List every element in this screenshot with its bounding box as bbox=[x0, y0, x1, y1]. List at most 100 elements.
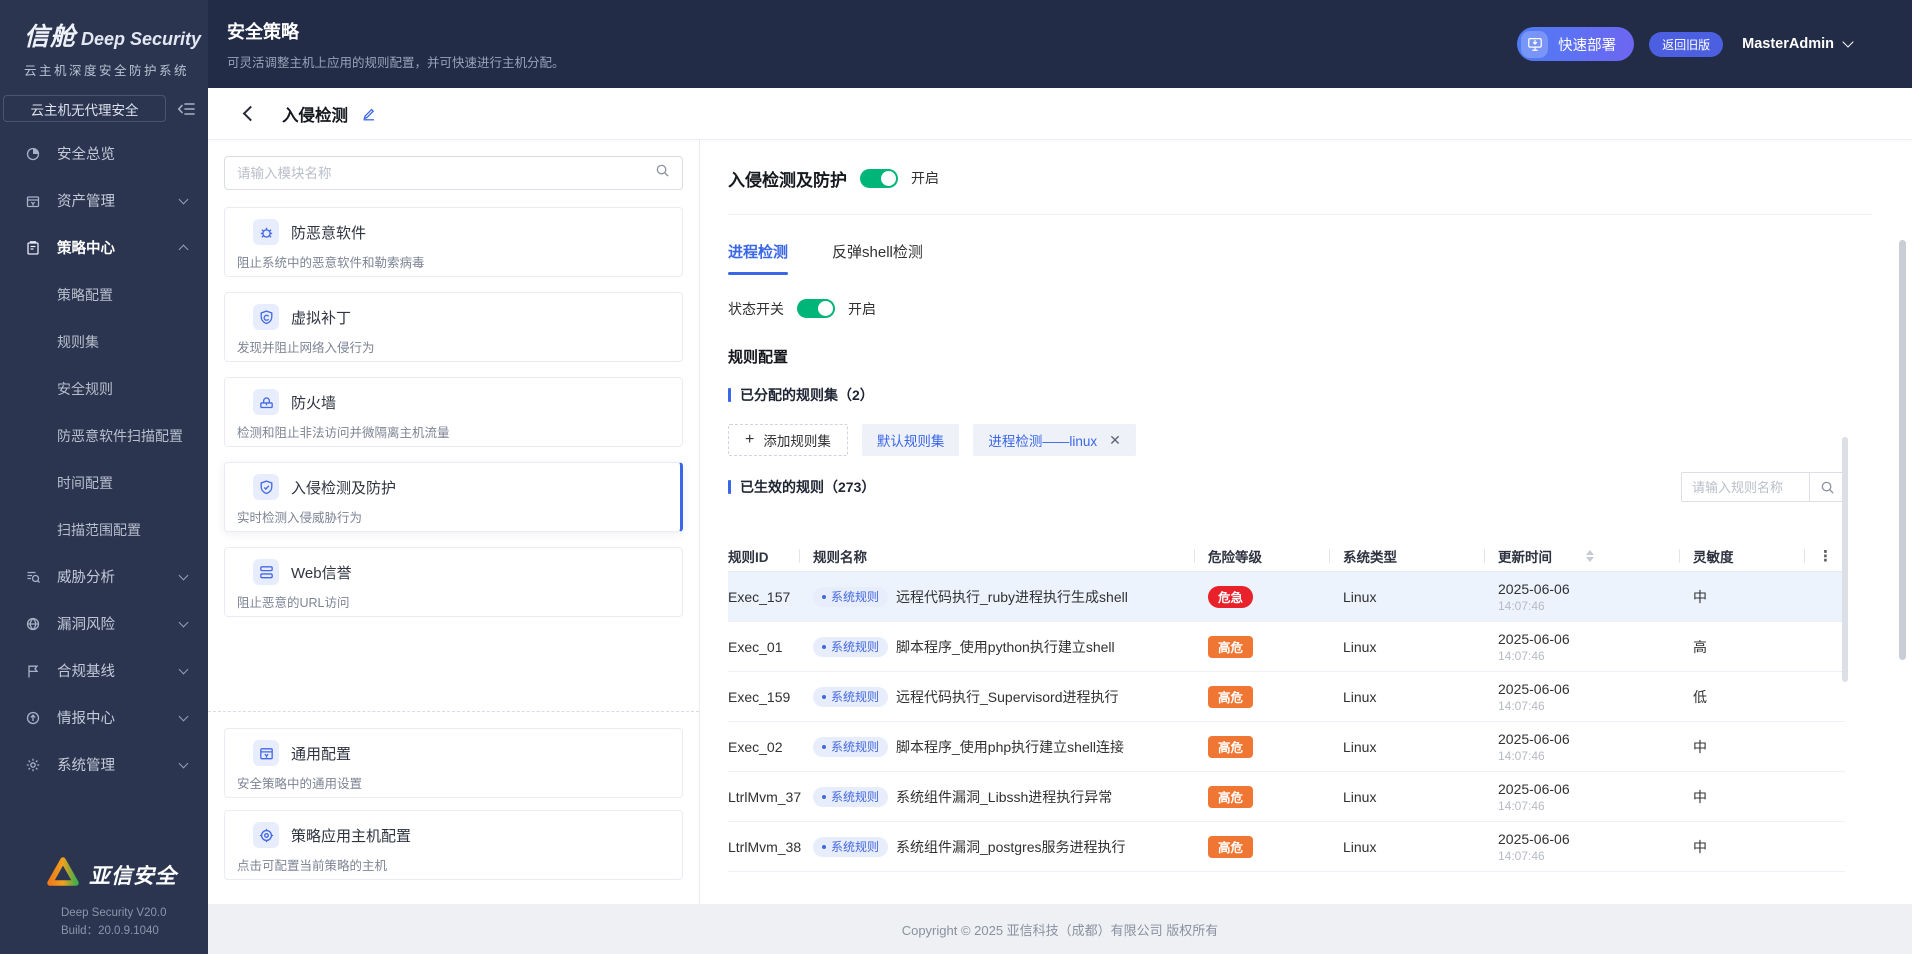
sidebar-item-assets[interactable]: 资产管理 bbox=[0, 177, 208, 224]
table-row[interactable]: LtrlMvm_38 系统规则 系统组件漏洞_postgres服务进程执行 高危… bbox=[728, 822, 1845, 872]
update-time: 14:07:46 bbox=[1498, 848, 1545, 863]
breadcrumb-title: 入侵检测 bbox=[282, 106, 348, 125]
add-ruleset-button[interactable]: + 添加规则集 bbox=[728, 424, 848, 456]
user-menu[interactable]: MasterAdmin bbox=[1742, 35, 1854, 52]
column-settings-kebab-icon[interactable]: ⋮ bbox=[1818, 548, 1833, 565]
update-date: 2025-06-06 bbox=[1498, 830, 1570, 847]
table-row[interactable]: Exec_02 系统规则 脚本程序_使用php执行建立shell连接 高危 Li… bbox=[728, 722, 1845, 772]
gear-icon bbox=[25, 757, 42, 773]
module-search-input[interactable] bbox=[237, 165, 655, 181]
deploy-monitor-icon bbox=[1521, 30, 1549, 58]
mode-selector[interactable]: 云主机无代理安全 bbox=[3, 95, 166, 122]
chevron-down-icon bbox=[178, 194, 189, 205]
module-card-policy-host-config[interactable]: 策略应用主机配置 点击可配置当前策略的主机 bbox=[224, 810, 683, 880]
sidebar-item-time-config[interactable]: 时间配置 bbox=[0, 459, 208, 506]
server-stack-icon bbox=[253, 559, 279, 585]
update-date: 2025-06-06 bbox=[1498, 680, 1570, 697]
target-icon bbox=[253, 822, 279, 848]
search-icon[interactable] bbox=[655, 163, 670, 183]
clipboard-icon bbox=[25, 240, 42, 256]
sidebar-item-overview[interactable]: 安全总览 bbox=[0, 130, 208, 177]
rule-type-dot bbox=[822, 644, 826, 649]
feature-toggle[interactable] bbox=[860, 168, 898, 188]
sidebar-item-label: 扫描范围配置 bbox=[57, 521, 141, 538]
page-scrollbar[interactable] bbox=[1899, 240, 1906, 660]
product-version: Deep Security V20.0 bbox=[61, 907, 167, 919]
brand-logo-en: Deep Security bbox=[81, 29, 202, 49]
edit-pencil-icon[interactable] bbox=[361, 106, 376, 121]
sidebar-item-threat-analysis[interactable]: 威胁分析 bbox=[0, 553, 208, 600]
table-row[interactable]: LtrlMvm_37 系统规则 系统组件漏洞_Libssh进程执行异常 高危 L… bbox=[728, 772, 1845, 822]
page-subtitle: 可灵活调整主机上应用的规则配置，并可快速进行主机分配。 bbox=[227, 55, 565, 70]
sidebar-item-policy-config[interactable]: 策略配置 bbox=[0, 271, 208, 318]
tab-process-detection[interactable]: 进程检测 bbox=[728, 241, 789, 275]
sidebar-item-label: 资产管理 bbox=[57, 194, 115, 210]
sort-icon[interactable] bbox=[1586, 549, 1594, 562]
module-card-firewall[interactable]: 防火墙 检测和阻止非法访问并微隔离主机流量 bbox=[224, 377, 683, 447]
chevron-down-icon bbox=[178, 711, 189, 722]
chevron-down-icon bbox=[178, 758, 189, 769]
sidebar-item-policy-center[interactable]: 策略中心 bbox=[0, 224, 208, 271]
breadcrumb-bar: 入侵检测 bbox=[208, 88, 1912, 140]
table-row[interactable]: Exec_157 系统规则 远程代码执行_ruby进程执行生成shell 危急 … bbox=[728, 572, 1845, 622]
ruleset-tag-default[interactable]: 默认规则集 bbox=[861, 424, 960, 456]
module-card-general-config[interactable]: 通用配置 安全策略中的通用设置 bbox=[224, 728, 683, 798]
sidebar-item-antimalware-scan-config[interactable]: 防恶意软件扫描配置 bbox=[0, 412, 208, 459]
rule-search-button[interactable] bbox=[1809, 472, 1845, 502]
sidebar-item-vulnerability-risk[interactable]: 漏洞风险 bbox=[0, 600, 208, 647]
module-desc: 阻止恶意的URL访问 bbox=[237, 596, 350, 610]
chevron-up-icon bbox=[178, 244, 189, 255]
username: MasterAdmin bbox=[1742, 36, 1834, 52]
col-update-time: 更新时间 bbox=[1498, 546, 1693, 566]
close-icon[interactable]: ✕ bbox=[1109, 433, 1121, 447]
rule-id: Exec_157 bbox=[728, 588, 791, 605]
risk-level-badge: 高危 bbox=[1208, 735, 1254, 758]
ruleset-tag-process-linux[interactable]: 进程检测——linux ✕ bbox=[973, 424, 1136, 456]
back-icon[interactable] bbox=[242, 105, 259, 122]
effective-rules-title: 已生效的规则（273） bbox=[740, 479, 876, 495]
module-title: 虚拟补丁 bbox=[291, 309, 352, 327]
table-row[interactable]: Exec_159 系统规则 远程代码执行_Supervisord进程执行 高危 … bbox=[728, 672, 1845, 722]
module-desc: 实时检测入侵威胁行为 bbox=[237, 511, 363, 525]
brand-tagline: 云主机深度安全防护系统 bbox=[24, 64, 190, 78]
module-card-web-reputation[interactable]: Web信誉 阻止恶意的URL访问 bbox=[224, 547, 683, 617]
flag-icon bbox=[25, 663, 42, 679]
sidebar-item-security-rules[interactable]: 安全规则 bbox=[0, 365, 208, 412]
rule-type-dot bbox=[822, 694, 826, 699]
sidebar-item-label: 规则集 bbox=[57, 333, 99, 350]
status-toggle[interactable] bbox=[797, 299, 835, 318]
col-rule-id: 规则ID bbox=[728, 549, 769, 565]
rule-search-input[interactable] bbox=[1681, 472, 1809, 502]
module-card-antimalware[interactable]: 防恶意软件 阻止系统中的恶意软件和勒索病毒 bbox=[224, 207, 683, 277]
rule-type-badge: 系统规则 bbox=[813, 786, 889, 807]
col-rule-name: 规则名称 bbox=[813, 546, 1208, 566]
rule-type-dot bbox=[822, 844, 826, 849]
sidebar-collapse-icon[interactable] bbox=[177, 101, 196, 117]
rule-name: 远程代码执行_Supervisord进程执行 bbox=[896, 688, 1119, 705]
sensitivity: 中 bbox=[1693, 588, 1707, 605]
module-title: 入侵检测及防护 bbox=[291, 479, 397, 497]
quick-deploy-button[interactable]: 快速部署 bbox=[1517, 27, 1635, 61]
risk-level-badge: 高危 bbox=[1208, 785, 1254, 808]
back-to-old-version-button[interactable]: 返回旧版 bbox=[1649, 31, 1724, 57]
chevron-down-icon bbox=[178, 617, 189, 628]
module-list-separator bbox=[208, 711, 699, 712]
quick-deploy-label: 快速部署 bbox=[1558, 37, 1617, 54]
table-scrollbar[interactable] bbox=[1842, 437, 1848, 682]
rule-type-badge: 系统规则 bbox=[813, 836, 889, 857]
sidebar-item-scan-scope-config[interactable]: 扫描范围配置 bbox=[0, 506, 208, 553]
sidebar-item-rulesets[interactable]: 规则集 bbox=[0, 318, 208, 365]
sidebar-item-system-management[interactable]: 系统管理 bbox=[0, 741, 208, 788]
module-card-intrusion-detection[interactable]: 入侵检测及防护 实时检测入侵威胁行为 bbox=[224, 462, 683, 532]
table-row[interactable]: Exec_01 系统规则 脚本程序_使用python执行建立shell 高危 L… bbox=[728, 622, 1845, 672]
module-card-virtual-patch[interactable]: 虚拟补丁 发现并阻止网络入侵行为 bbox=[224, 292, 683, 362]
tab-reverse-shell-detection[interactable]: 反弹shell检测 bbox=[832, 241, 923, 275]
update-time: 14:07:46 bbox=[1498, 798, 1545, 813]
sidebar-item-compliance-baseline[interactable]: 合规基线 bbox=[0, 647, 208, 694]
feature-status-label: 开启 bbox=[911, 170, 939, 186]
sidebar-item-label: 安全规则 bbox=[57, 380, 113, 397]
feature-title: 入侵检测及防护 bbox=[728, 170, 847, 190]
sidebar-item-intel-center[interactable]: 情报中心 bbox=[0, 694, 208, 741]
vendor-logo-icon bbox=[46, 856, 80, 893]
page-footer: Copyright © 2025 亚信科技（成都）有限公司 版权所有 bbox=[208, 904, 1912, 954]
